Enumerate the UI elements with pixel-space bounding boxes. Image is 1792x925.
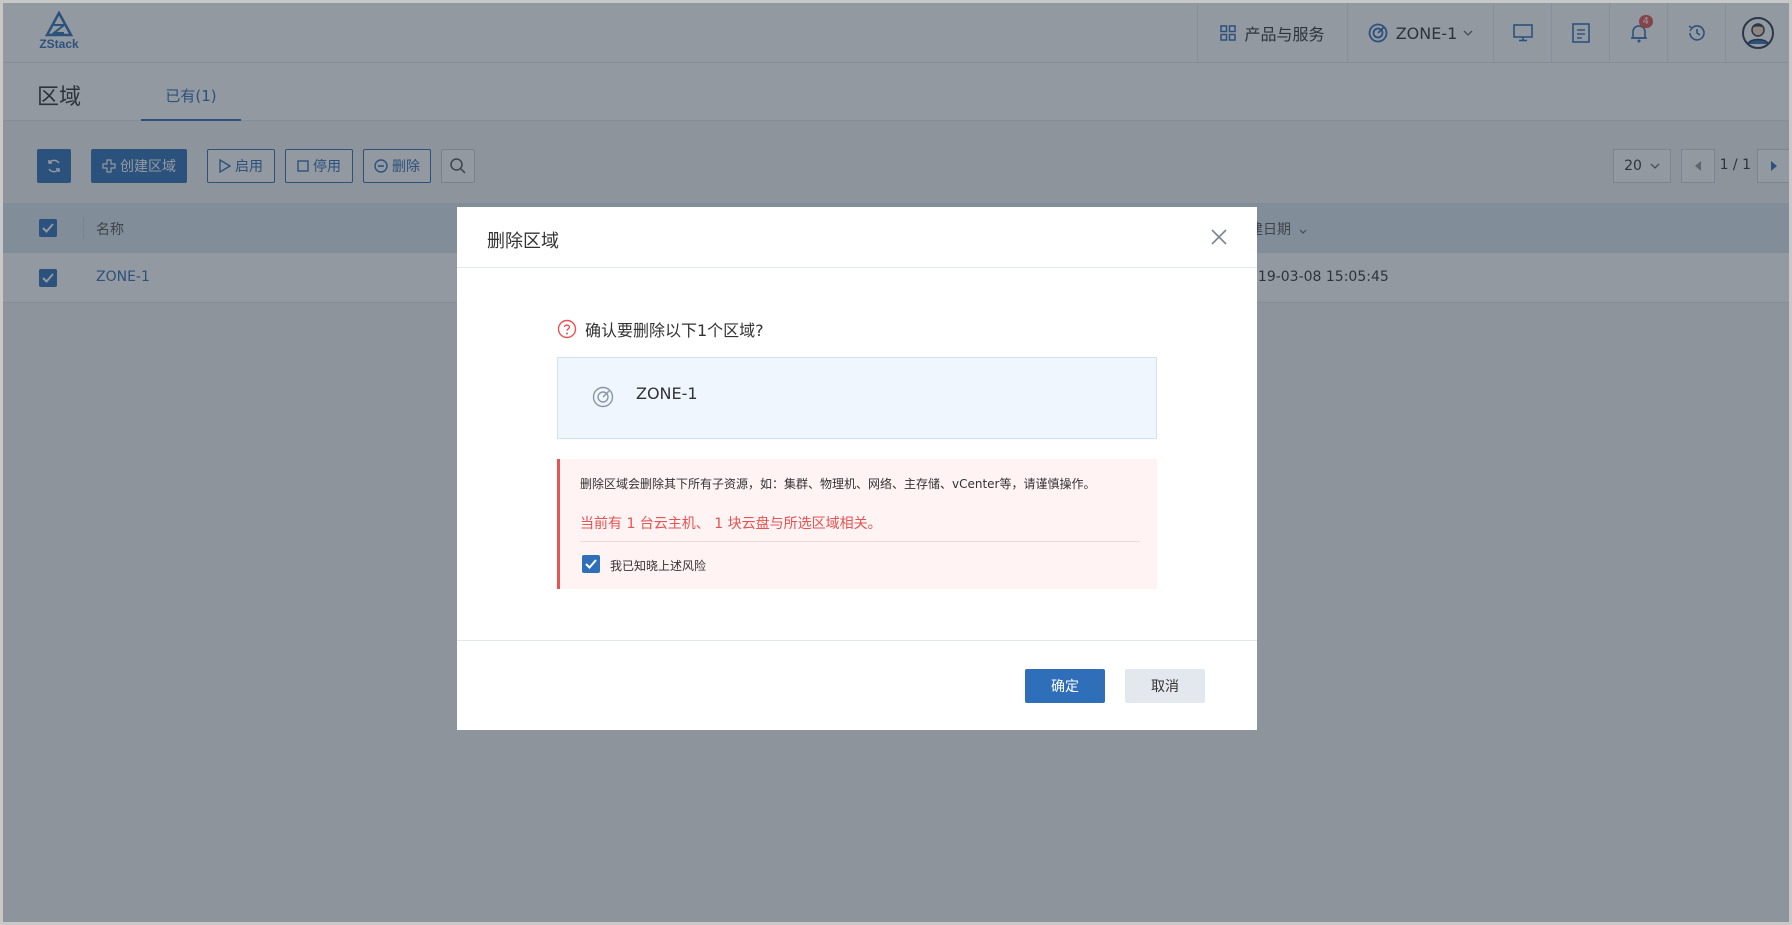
app-window: ZStack 产品与服务 ZONE-1: [0, 0, 1792, 925]
dialog-title: 删除区域: [487, 231, 559, 252]
cancel-button[interactable]: 取消: [1125, 669, 1205, 703]
confirm-question-text: 确认要删除以下1个区域?: [585, 321, 764, 340]
dialog-header: 删除区域: [457, 207, 1257, 268]
acknowledge-risk-label[interactable]: 我已知晓上述风险: [610, 557, 706, 574]
close-button[interactable]: [1209, 227, 1229, 247]
zone-icon: [592, 386, 614, 412]
warning-panel: 删除区域会删除其下所有子资源，如：集群、物理机、网络、主存储、vCenter等，…: [557, 459, 1157, 589]
check-icon: [585, 559, 597, 569]
question-circle-icon: [557, 319, 577, 339]
confirm-button[interactable]: 确定: [1025, 669, 1105, 703]
close-icon: [1211, 229, 1227, 245]
selected-zone-item: ZONE-1: [557, 357, 1157, 439]
dialog-footer: 确定 取消: [457, 640, 1257, 730]
related-resources-text: 当前有 1 台云主机、 1 块云盘与所选区域相关。: [580, 516, 882, 532]
delete-zone-dialog: 删除区域 确认要删除以下1个区域? ZONE-1 删除区域会删除其下所有子资源，…: [457, 207, 1257, 730]
acknowledge-risk-checkbox[interactable]: [582, 555, 600, 573]
warning-text: 删除区域会删除其下所有子资源，如：集群、物理机、网络、主存储、vCenter等，…: [580, 477, 1096, 491]
confirm-question: 确认要删除以下1个区域?: [557, 317, 764, 341]
selected-zone-name: ZONE-1: [636, 384, 698, 403]
divider: [580, 541, 1140, 542]
